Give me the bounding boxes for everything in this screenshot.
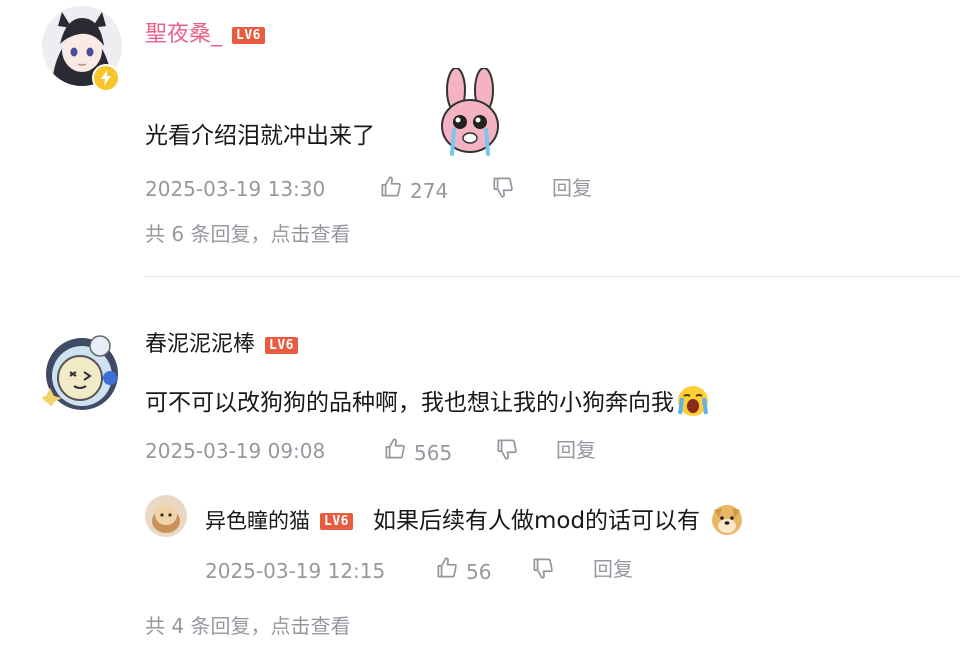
comment-content: 光看介绍泪就冲出来了 [145,120,375,152]
thumbs-down-icon [494,436,520,469]
username[interactable]: 春泥泥泥棒 [145,330,255,360]
comment-text: 光看介绍泪就冲出来了 [145,123,375,149]
user-header: 春泥泥泥棒 LV6 [145,330,298,360]
sub-reply-time: 2025-03-19 12:15 [205,559,386,583]
level-badge: LV6 [320,512,353,530]
comment-content: 可不可以改狗狗的品种啊，我也想让我的小狗奔向我 [145,384,710,422]
view-replies-link[interactable]: 共 4 条回复，点击查看 [145,612,350,640]
user-header: 聖夜桑_ LV6 [145,20,265,50]
like-button[interactable]: 565 [382,436,452,469]
lightning-badge-icon [92,64,120,92]
dislike-button[interactable] [530,555,556,588]
divider [145,276,960,277]
thumbs-up-icon [378,174,404,207]
level-badge: LV6 [265,336,298,354]
comment-text: 可不可以改狗狗的品种啊，我也想让我的小狗奔向我 [145,390,674,416]
like-button[interactable]: 274 [378,174,448,207]
username[interactable]: 聖夜桑_ [145,20,222,50]
thumbs-down-icon [490,174,516,207]
comment-time: 2025-03-19 13:30 [145,177,326,201]
dislike-button[interactable] [490,174,516,207]
like-count: 565 [414,440,453,465]
reply-button[interactable]: 回复 [593,555,633,583]
comment-item: 聖夜桑_ LV6 光看介绍泪就冲出来了 2025-03-19 13:30 274 [0,0,960,270]
avatar[interactable] [30,318,126,414]
level-badge: LV6 [232,26,265,44]
avatar[interactable] [145,495,187,537]
crying-bunny-sticker [436,67,504,160]
like-count: 56 [466,559,492,584]
thumbs-down-icon [530,555,556,588]
reply-button[interactable]: 回复 [552,174,592,202]
sub-reply-content: 异色瞳的猫 LV6 如果后续有人做mod的话可以有 [205,502,744,540]
sub-reply-text: 如果后续有人做mod的话可以有 [372,508,701,534]
like-button[interactable]: 56 [434,555,491,588]
loud-crying-emoji [676,384,710,422]
like-count: 274 [410,178,449,203]
comment-item: 春泥泥泥棒 LV6 可不可以改狗狗的品种啊，我也想让我的小狗奔向我 2025-0… [0,290,960,668]
reply-button[interactable]: 回复 [556,436,596,464]
sub-reply-username[interactable]: 异色瞳的猫 [205,506,310,536]
dislike-button[interactable] [494,436,520,469]
thumbs-up-icon [434,555,460,588]
comment-time: 2025-03-19 09:08 [145,439,326,463]
doge-emoji [710,502,744,540]
thumbs-up-icon [382,436,408,469]
view-replies-link[interactable]: 共 6 条回复，点击查看 [145,220,350,248]
